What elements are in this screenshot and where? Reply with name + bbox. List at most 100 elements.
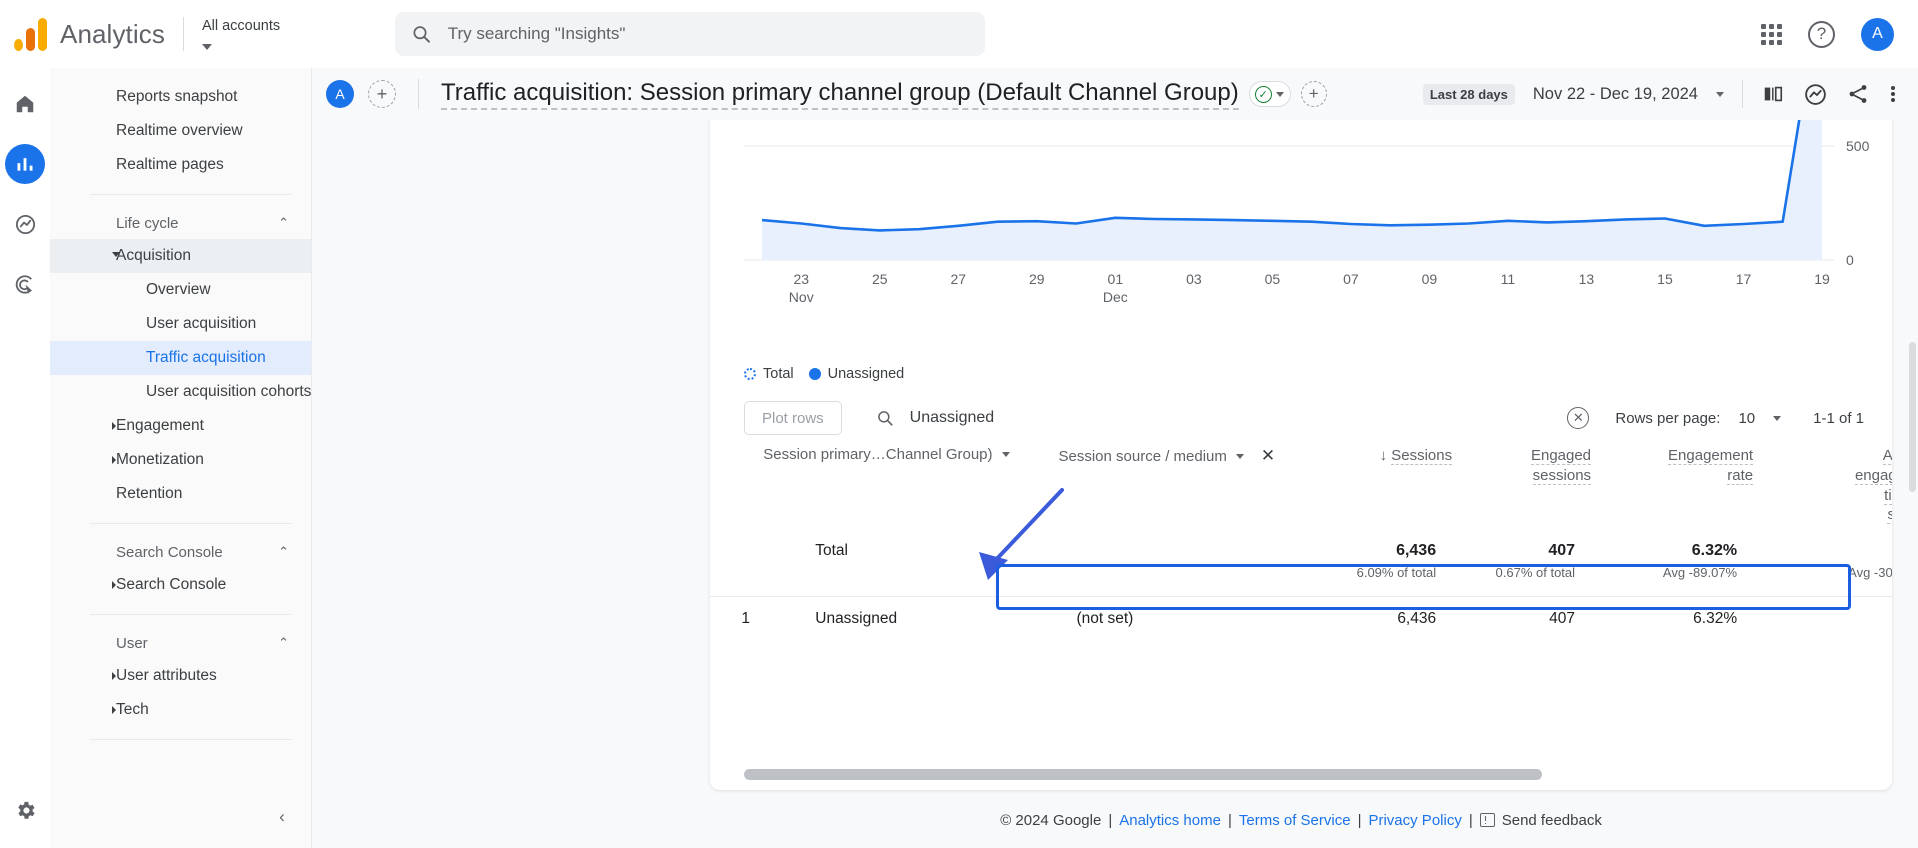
analytics-app: Analytics All accounts ? A [0, 0, 1918, 848]
sidebar-item-label: Overview [146, 281, 211, 298]
metric-column-avg-engagement-time[interactable]: Average engagement time per session [1753, 446, 1892, 542]
reports-icon[interactable] [5, 144, 45, 184]
dimension-label: Session source / medium [1058, 447, 1227, 465]
sidebar-item-search-console[interactable]: Search Console [50, 568, 311, 602]
home-icon[interactable] [5, 84, 45, 124]
row-dimension-1: Unassigned [815, 610, 898, 628]
footer-link-terms[interactable]: Terms of Service [1239, 812, 1351, 829]
dimension-column-1: Session primary…Channel Group) [763, 446, 1058, 542]
svg-text:07: 07 [1343, 271, 1359, 287]
account-selector[interactable]: All accounts [201, 18, 280, 51]
dimension-selector-1[interactable]: Session primary…Channel Group) [763, 446, 1010, 463]
svg-text:09: 09 [1422, 271, 1438, 287]
legend-item-unassigned[interactable]: Unassigned [808, 366, 904, 382]
sidebar-item-user-acquisition[interactable]: User acquisition [50, 307, 311, 341]
sidebar-item-reports-snapshot[interactable]: Reports snapshot [50, 80, 311, 114]
sidebar-section-user[interactable]: User ⌃ [50, 627, 311, 659]
metric-column-sessions[interactable]: ↓ Sessions [1313, 446, 1453, 542]
help-icon[interactable]: ? [1808, 20, 1835, 48]
sidebar-item-label: User attributes [116, 667, 217, 684]
apps-grid-icon[interactable] [1761, 23, 1782, 45]
table-search-input[interactable] [909, 409, 1552, 427]
send-feedback-button[interactable]: Send feedback [1479, 812, 1602, 829]
sidebar-item-realtime-overview[interactable]: Realtime overview [50, 114, 311, 148]
sidebar-item-engagement[interactable]: Engagement [50, 409, 311, 443]
advertising-icon[interactable] [5, 264, 45, 304]
more-options-icon[interactable] [1888, 82, 1898, 106]
status-badge[interactable]: ✓ [1248, 81, 1291, 107]
total-avg-engagement-time: 44s Avg -30.07% [1753, 542, 1892, 596]
sidebar-section-life-cycle[interactable]: Life cycle ⌃ [50, 207, 311, 239]
metric-label: engagement [1854, 466, 1892, 485]
search-input[interactable] [447, 24, 970, 44]
svg-text:13: 13 [1579, 271, 1595, 287]
sidebar-item-overview[interactable]: Overview [50, 273, 311, 307]
share-icon[interactable] [1846, 82, 1870, 106]
chevron-down-icon [201, 44, 212, 51]
icon-rail [0, 68, 50, 848]
svg-text:19: 19 [1814, 271, 1830, 287]
sidebar-item-label: Acquisition [116, 247, 191, 264]
plot-rows-button[interactable]: Plot rows [744, 401, 842, 435]
chart-legend: Total Unassigned [744, 366, 904, 382]
sidebar-item-acquisition[interactable]: Acquisition [50, 239, 311, 273]
report-table: Session primary…Channel Group) Session s… [710, 446, 1892, 642]
sidebar-item-label: Reports snapshot [116, 88, 238, 105]
footer-separator: | [1108, 811, 1113, 829]
insights-icon[interactable] [1803, 82, 1828, 107]
compare-icon[interactable] [1761, 83, 1785, 105]
svg-text:01: 01 [1108, 271, 1124, 287]
sidebar-item-monetization[interactable]: Monetization [50, 443, 311, 477]
footer-link-privacy[interactable]: Privacy Policy [1368, 812, 1461, 829]
clear-search-icon[interactable]: ✕ [1567, 407, 1590, 429]
avatar[interactable]: A [1861, 17, 1894, 51]
global-search[interactable] [395, 12, 986, 56]
sidebar-item-user-attributes[interactable]: User attributes [50, 659, 311, 693]
footer-link-analytics-home[interactable]: Analytics home [1119, 812, 1221, 829]
comparison-chip[interactable]: A [326, 80, 354, 108]
table-header-row: Session primary…Channel Group) Session s… [710, 446, 1892, 542]
rows-per-page-value[interactable]: 10 [1738, 410, 1755, 427]
sidebar-item-tech[interactable]: Tech [50, 693, 311, 727]
analytics-logo-icon [14, 17, 52, 51]
sidebar-section-search-console[interactable]: Search Console ⌃ [50, 536, 311, 568]
dimension-selector-2[interactable]: Session source / medium ✕ [1058, 446, 1275, 466]
svg-text:15: 15 [1657, 271, 1673, 287]
sidebar-item-traffic-acquisition[interactable]: Traffic acquisition [50, 341, 311, 375]
metric-column-engagement-rate[interactable]: Engagement rate [1591, 446, 1754, 542]
footer-separator: | [1357, 811, 1362, 829]
table-row[interactable]: 1 Unassigned (not set) 6,436 407 6.32% 4… [710, 596, 1892, 642]
explore-icon[interactable] [5, 204, 45, 244]
metric-label: sessions [1532, 466, 1592, 485]
table-search[interactable]: ✕ [876, 407, 1590, 429]
sidebar-item-label: User acquisition [146, 315, 257, 332]
sidebar-item-user-acquisition-cohorts[interactable]: User acquisition cohorts [50, 375, 311, 409]
row-engagement-rate: 6.32% [1693, 610, 1738, 628]
collapse-nav-button[interactable]: ‹ [269, 804, 295, 830]
metric-column-engaged-sessions[interactable]: Engaged sessions [1452, 446, 1592, 542]
metric-label: Engaged [1530, 447, 1592, 465]
date-range-selector[interactable]: Nov 22 - Dec 19, 2024 [1533, 85, 1698, 104]
table-total-row: Total 6,436 6.09% of total 407 0.67% of … [710, 542, 1892, 596]
metric-label: time per [1884, 486, 1892, 505]
footer-separator: | [1227, 811, 1232, 829]
svg-text:29: 29 [1029, 271, 1045, 287]
sidebar-divider [90, 739, 291, 740]
horizontal-scrollbar[interactable] [744, 769, 1542, 780]
chevron-down-icon [1235, 453, 1244, 459]
sidebar-item-retention[interactable]: Retention [50, 477, 311, 511]
chevron-down-icon[interactable] [1773, 415, 1782, 421]
sidebar-item-realtime-pages[interactable]: Realtime pages [50, 148, 311, 182]
add-comparison-button[interactable]: + [368, 80, 396, 108]
add-filter-button[interactable]: + [1300, 81, 1327, 107]
chart-plot[interactable]: 23Nov25272901Dec030507091113151719 05001… [744, 120, 1892, 320]
gear-icon[interactable] [5, 790, 45, 830]
total-subvalue: 0.67% of total [1495, 565, 1576, 580]
copyright: © 2024 Google [1000, 811, 1102, 829]
remove-dimension-icon[interactable]: ✕ [1261, 446, 1275, 466]
vertical-scrollbar-thumb[interactable] [1909, 342, 1916, 492]
sidebar-section-title: Life cycle [116, 214, 179, 232]
chevron-right-icon [112, 456, 116, 464]
chevron-down-icon[interactable] [1716, 91, 1724, 97]
legend-item-total[interactable]: Total [744, 366, 794, 382]
